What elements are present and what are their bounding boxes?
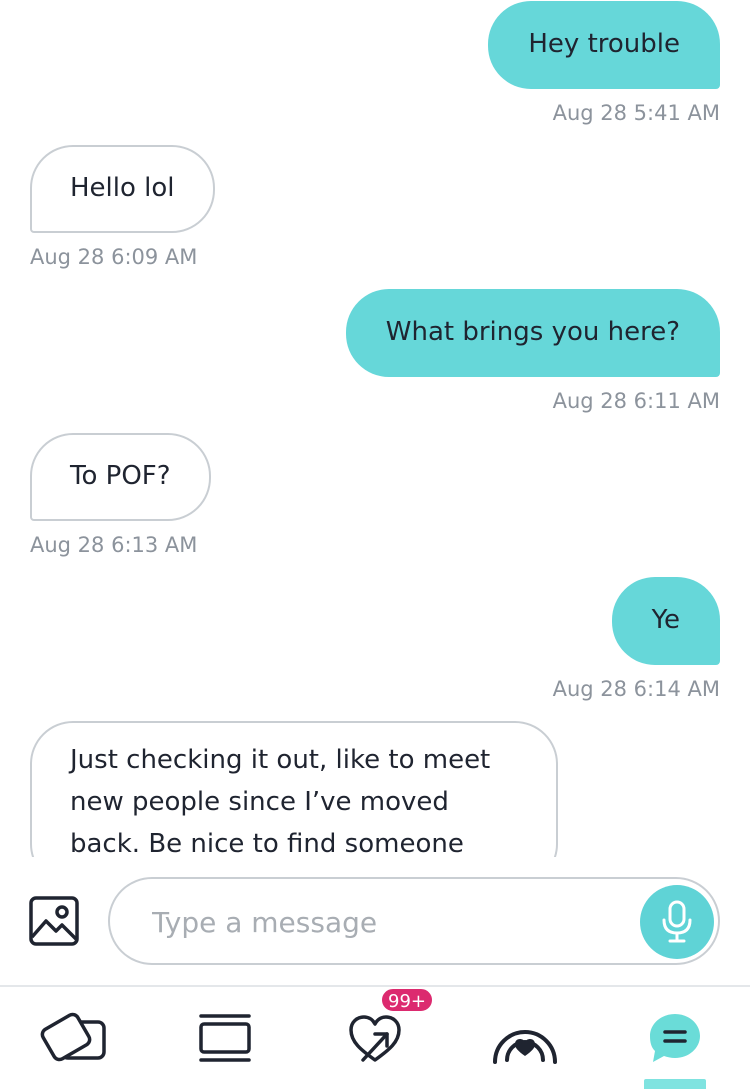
live-icon xyxy=(493,1030,557,1064)
message-text: Hey trouble xyxy=(528,29,680,59)
gallery-button[interactable] xyxy=(28,895,80,947)
active-tab-indicator xyxy=(644,1079,706,1089)
image-icon xyxy=(29,896,79,946)
bottom-navigation: 99+ xyxy=(0,987,750,1089)
message-input-box xyxy=(108,877,720,965)
voice-message-button[interactable] xyxy=(640,885,714,959)
message-timestamp: Aug 28 6:14 AM xyxy=(552,677,720,701)
outgoing-message[interactable]: Hey trouble xyxy=(488,1,720,89)
message-list[interactable]: Hey trouble Aug 28 5:41 AM Hello lol Aug… xyxy=(0,0,750,857)
notification-badge: 99+ xyxy=(380,987,434,1013)
message-text: Hello lol xyxy=(70,173,175,203)
message-text-line: back. Be nice to find someone xyxy=(70,829,464,857)
message-timestamp: Aug 28 6:11 AM xyxy=(552,389,720,413)
message-text: Ye xyxy=(651,605,680,635)
message-input[interactable] xyxy=(150,897,624,947)
nav-item-chat[interactable] xyxy=(600,987,750,1089)
nav-item-meet[interactable] xyxy=(0,987,150,1089)
microphone-icon xyxy=(662,900,692,943)
outgoing-message[interactable]: What brings you here? xyxy=(345,289,720,377)
message-composer xyxy=(0,857,750,985)
incoming-message[interactable]: Hello lol xyxy=(30,145,215,233)
message-text-line: new people since I’ve moved xyxy=(70,787,449,817)
feed-icon xyxy=(199,1014,251,1062)
message-text-line: Just checking it out, like to meet xyxy=(70,745,491,775)
incoming-message[interactable]: To POF? xyxy=(30,433,211,521)
message-timestamp: Aug 28 6:13 AM xyxy=(30,533,198,557)
heart-arrow-icon xyxy=(349,1015,401,1062)
message-timestamp: Aug 28 6:09 AM xyxy=(30,245,198,269)
nav-item-feed[interactable] xyxy=(150,987,300,1089)
chat-icon xyxy=(650,1014,700,1062)
nav-item-live[interactable] xyxy=(450,987,600,1089)
message-timestamp: Aug 28 5:41 AM xyxy=(552,101,720,125)
outgoing-message[interactable]: Ye xyxy=(611,577,720,665)
message-text: To POF? xyxy=(70,461,171,491)
incoming-message[interactable]: Just checking it out, like to meet new p… xyxy=(30,721,558,857)
cards-icon xyxy=(40,1012,106,1062)
message-text: What brings you here? xyxy=(385,317,680,347)
